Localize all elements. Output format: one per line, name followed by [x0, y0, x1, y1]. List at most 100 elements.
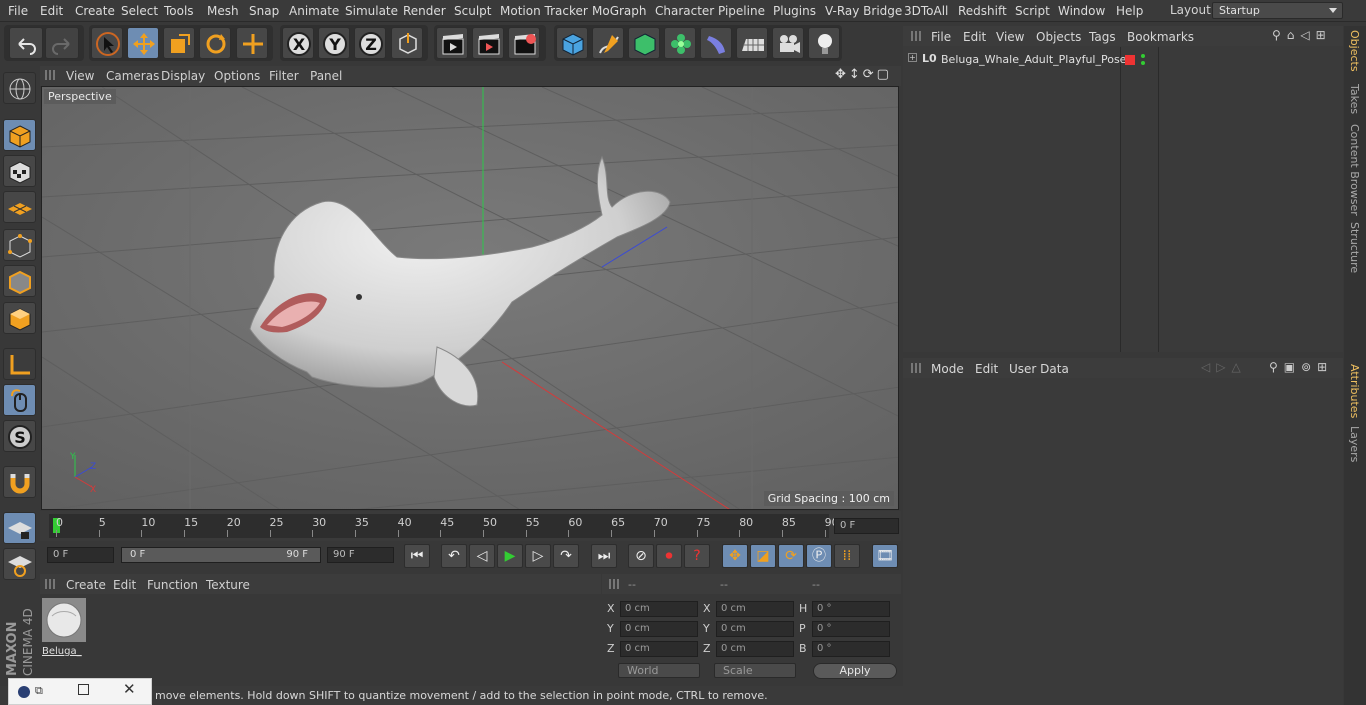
- viewport-menu-options[interactable]: Options: [214, 69, 260, 83]
- side-tab-content-browser[interactable]: Content Browser: [1348, 124, 1361, 216]
- viewport-menu-filter[interactable]: Filter: [269, 69, 299, 83]
- transform-button[interactable]: [236, 27, 268, 59]
- next-key-button[interactable]: ↷: [553, 544, 579, 568]
- attribute-tool-icons[interactable]: ⚲▣⊚⊞: [1269, 360, 1333, 374]
- position-x-field[interactable]: 0 cm: [620, 601, 698, 617]
- rotation-b-field[interactable]: 0 °: [812, 641, 890, 657]
- add-cube-button[interactable]: [556, 27, 588, 59]
- key-pla-button[interactable]: ⁞⁞: [834, 544, 860, 568]
- add-cloner-button[interactable]: [664, 27, 696, 59]
- rotation-p-field[interactable]: 0 °: [812, 621, 890, 637]
- texture-mode-button[interactable]: [3, 155, 36, 187]
- x-axis-lock-button[interactable]: X: [282, 27, 314, 59]
- menu-pipeline[interactable]: Pipeline: [718, 4, 765, 18]
- viewport-menu-panel[interactable]: Panel: [310, 69, 342, 83]
- material-menu-texture[interactable]: Texture: [206, 578, 250, 592]
- timeline-ruler[interactable]: 0 5 10 15 20 25 30 35 40 45 50 55 60 65 70 75 80 85 90: [49, 514, 839, 538]
- viewport-camera-label[interactable]: Perspective: [44, 89, 116, 104]
- object-menu-tags[interactable]: Tags: [1089, 30, 1116, 44]
- move-button[interactable]: [127, 27, 159, 59]
- viewport-menu-cameras[interactable]: Cameras: [106, 69, 159, 83]
- coordinate-system-button[interactable]: [391, 27, 423, 59]
- model-mode-button[interactable]: [3, 119, 36, 151]
- next-frame-button[interactable]: ▷: [525, 544, 551, 568]
- menu-sculpt[interactable]: Sculpt: [454, 4, 491, 18]
- menu-animate[interactable]: Animate: [289, 4, 339, 18]
- material-menu-create[interactable]: Create: [66, 578, 106, 592]
- add-camera-button[interactable]: [772, 27, 804, 59]
- go-to-start-button[interactable]: ⏮: [404, 544, 430, 568]
- menu-script[interactable]: Script: [1015, 4, 1050, 18]
- previous-frame-button[interactable]: ◁: [469, 544, 495, 568]
- menu-file[interactable]: File: [8, 4, 28, 18]
- menu-snap[interactable]: Snap: [249, 4, 279, 18]
- z-axis-lock-button[interactable]: Z: [354, 27, 386, 59]
- menu-motion-tracker[interactable]: Motion Tracker: [500, 4, 588, 18]
- frame-range-slider[interactable]: 0 F 90 F: [121, 547, 321, 563]
- material-menu-edit[interactable]: Edit: [113, 578, 136, 592]
- expand-icon[interactable]: +: [908, 53, 917, 62]
- menu-3dtoall[interactable]: 3DToAll: [904, 4, 948, 18]
- apply-button[interactable]: Apply: [813, 663, 897, 679]
- add-deformer-button[interactable]: [700, 27, 732, 59]
- autokey-button[interactable]: ?: [684, 544, 710, 568]
- object-menu-file[interactable]: File: [931, 30, 951, 44]
- live-selection-button[interactable]: [91, 27, 123, 59]
- menu-simulate[interactable]: Simulate: [345, 4, 398, 18]
- side-tab-attributes[interactable]: Attributes: [1348, 364, 1361, 418]
- layer-color-tag[interactable]: [1125, 55, 1135, 65]
- side-tab-takes[interactable]: Takes: [1348, 84, 1361, 114]
- attribute-menu-mode[interactable]: Mode: [931, 362, 964, 376]
- locked-workplane-button[interactable]: [3, 512, 36, 544]
- add-spline-button[interactable]: [592, 27, 624, 59]
- menu-v-ray-bridge[interactable]: V-Ray Bridge: [825, 4, 902, 18]
- key-position-button[interactable]: ✥: [722, 544, 748, 568]
- keyframe-selection-button[interactable]: ⊘: [628, 544, 654, 568]
- menu-window[interactable]: Window: [1058, 4, 1105, 18]
- points-mode-button[interactable]: [3, 229, 36, 261]
- material-swatch[interactable]: Beluga_: [42, 598, 86, 657]
- render-picture-viewer-button[interactable]: [472, 27, 504, 59]
- object-name[interactable]: Beluga_Whale_Adult_Playful_Pose: [941, 53, 1126, 66]
- render-settings-button[interactable]: [508, 27, 540, 59]
- position-z-field[interactable]: 0 cm: [620, 641, 698, 657]
- add-subdivision-button[interactable]: [628, 27, 660, 59]
- key-parameter-button[interactable]: Ⓟ: [806, 544, 832, 568]
- menu-redshift[interactable]: Redshift: [958, 4, 1007, 18]
- undo-button[interactable]: [9, 27, 43, 59]
- attribute-menu-edit[interactable]: Edit: [975, 362, 998, 376]
- render-view-button[interactable]: [436, 27, 468, 59]
- play-button[interactable]: ▶: [497, 544, 523, 568]
- perspective-viewport[interactable]: Y Z X Perspective Grid Spacing : 100 cm: [41, 86, 899, 510]
- polygons-mode-button[interactable]: [3, 302, 36, 334]
- menu-tools[interactable]: Tools: [164, 4, 194, 18]
- menu-create[interactable]: Create: [75, 4, 115, 18]
- menu-plugins[interactable]: Plugins: [773, 4, 816, 18]
- rotation-h-field[interactable]: 0 °: [812, 601, 890, 617]
- maximize-icon[interactable]: [78, 684, 89, 695]
- size-z-field[interactable]: 0 cm: [716, 641, 794, 657]
- viewport-menu-display[interactable]: Display: [161, 69, 205, 83]
- previous-key-button[interactable]: ↶: [441, 544, 467, 568]
- coordinate-space-select[interactable]: World: [618, 663, 700, 678]
- attribute-menu-user-data[interactable]: User Data: [1009, 362, 1069, 376]
- menu-select[interactable]: Select: [121, 4, 158, 18]
- menu-render[interactable]: Render: [403, 4, 446, 18]
- object-menu-objects[interactable]: Objects: [1036, 30, 1081, 44]
- magnet-button[interactable]: [3, 466, 36, 498]
- editor-visibility-dot[interactable]: [1141, 54, 1145, 58]
- size-x-field[interactable]: 0 cm: [716, 601, 794, 617]
- size-mode-select[interactable]: Scale: [714, 663, 796, 678]
- position-y-field[interactable]: 0 cm: [620, 621, 698, 637]
- timeline-window-button[interactable]: 🎞: [872, 544, 898, 568]
- axis-mode-button[interactable]: [3, 348, 36, 380]
- object-menu-view[interactable]: View: [996, 30, 1024, 44]
- menu-edit[interactable]: Edit: [40, 4, 63, 18]
- side-tab-layers[interactable]: Layers: [1348, 426, 1361, 462]
- menu-mograph[interactable]: MoGraph: [592, 4, 647, 18]
- start-frame-field[interactable]: 0 F: [47, 547, 114, 563]
- size-y-field[interactable]: 0 cm: [716, 621, 794, 637]
- edges-mode-button[interactable]: [3, 265, 36, 297]
- side-tab-objects[interactable]: Objects: [1348, 30, 1361, 72]
- key-rotation-button[interactable]: ⟳: [778, 544, 804, 568]
